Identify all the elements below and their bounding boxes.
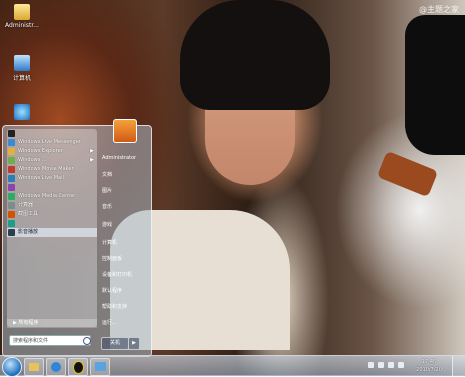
tray-flag-icon[interactable]	[368, 362, 374, 368]
program-label: 截图工具	[18, 211, 39, 217]
desktop-icon-computer[interactable]: 计算机	[2, 55, 42, 82]
program-item[interactable]	[7, 129, 97, 138]
start-menu-programs: Windows Live Messenger Windows Explorer ▶…	[7, 129, 97, 327]
program-item[interactable]: Windows Live Messenger	[7, 138, 97, 147]
place-item[interactable]: 运行...	[102, 319, 117, 326]
cmd-icon	[8, 130, 15, 137]
place-item[interactable]: 游戏	[102, 221, 112, 228]
place-item[interactable]: 音乐	[102, 203, 112, 210]
player-icon	[8, 229, 15, 236]
program-label: Windows Live Messenger	[18, 139, 81, 145]
tray-network-icon[interactable]	[378, 362, 384, 368]
place-item[interactable]: 设备和打印机	[102, 271, 132, 278]
shutdown-button[interactable]: 关机	[101, 337, 129, 350]
taskbar-clock[interactable]: 17:45 2010/7/20	[411, 358, 447, 374]
program-label: Windows Explorer	[18, 148, 63, 154]
explorer-icon	[8, 148, 15, 155]
program-item[interactable]: Windows Media Center	[7, 192, 97, 201]
tray-app-icon[interactable]	[398, 362, 404, 368]
all-programs-button[interactable]: ▶ 所有程序	[7, 319, 97, 328]
program-item[interactable]: Windows Movie Maker	[7, 165, 97, 174]
search-input[interactable]: 搜索程序和文件	[9, 335, 91, 346]
app-icon	[8, 220, 15, 227]
shutdown-options-button[interactable]: ▶	[128, 337, 140, 350]
desktop-icon-network[interactable]	[2, 104, 42, 120]
wallpaper-hair	[180, 0, 330, 110]
app-icon	[8, 157, 15, 164]
wallpaper-glove	[405, 15, 465, 155]
submenu-arrow-icon: ▶	[90, 157, 94, 163]
program-label: Windows ...	[18, 157, 47, 163]
place-item[interactable]: 控制面板	[102, 255, 122, 262]
program-item[interactable]: 计算器	[7, 201, 97, 210]
movie-icon	[8, 166, 15, 173]
taskbar-pinned-window[interactable]	[90, 358, 110, 376]
wallpaper-watermark: @主题之家	[419, 5, 459, 14]
clock-date: 2010/7/20	[416, 367, 442, 373]
user-name[interactable]: Administrator	[102, 155, 136, 161]
program-item[interactable]	[7, 219, 97, 228]
start-button[interactable]	[2, 357, 22, 377]
user-avatar[interactable]	[113, 119, 137, 143]
wallpaper-watch-strap	[376, 150, 439, 198]
program-label: Windows Media Center	[18, 193, 76, 199]
calculator-icon	[8, 202, 15, 209]
app-icon	[8, 184, 15, 191]
desktop-icon-label: 计算机	[12, 75, 31, 82]
program-item[interactable]: Windows Live Mail	[7, 174, 97, 183]
program-label: 计算器	[18, 202, 34, 208]
computer-icon	[14, 55, 30, 71]
clock-time: 17:45	[421, 359, 437, 365]
ie-icon	[51, 362, 61, 372]
place-item[interactable]: 帮助和支持	[102, 303, 127, 310]
desktop-icon-label: Administr...	[5, 22, 39, 29]
program-item[interactable]: 影音播放	[7, 228, 97, 237]
mail-icon	[8, 175, 15, 182]
window-icon	[94, 362, 106, 371]
program-item[interactable]	[7, 183, 97, 192]
show-desktop-button[interactable]	[452, 356, 465, 376]
media-center-icon	[8, 193, 15, 200]
place-item[interactable]: 文档	[102, 171, 112, 178]
place-item[interactable]: 默认程序	[102, 287, 122, 294]
tray-volume-icon[interactable]	[388, 362, 394, 368]
messenger-icon	[8, 139, 15, 146]
program-label: 影音播放	[18, 229, 39, 235]
network-icon	[14, 104, 30, 120]
start-menu: Windows Live Messenger Windows Explorer ▶…	[2, 119, 152, 357]
snipping-icon	[8, 211, 15, 218]
program-item[interactable]: Windows Explorer ▶	[7, 147, 97, 156]
taskbar: 17:45 2010/7/20	[0, 355, 465, 377]
program-item[interactable]: 截图工具	[7, 210, 97, 219]
submenu-arrow-icon: ▶	[90, 148, 94, 154]
place-item[interactable]: 图片	[102, 187, 112, 194]
folder-icon	[14, 4, 30, 20]
qq-icon	[72, 361, 84, 374]
desktop-icon-administrator[interactable]: Administr...	[2, 4, 42, 29]
taskbar-pinned-ie[interactable]	[46, 358, 66, 376]
start-menu-places: Administrator 文档 图片 音乐 游戏 计算机 控制面板 设备和打印…	[99, 119, 149, 349]
all-programs-label: 所有程序	[18, 320, 39, 326]
program-label: Windows Live Mail	[18, 175, 64, 181]
taskbar-pinned-folder[interactable]	[24, 358, 44, 376]
folder-icon	[29, 363, 39, 371]
program-label: Windows Movie Maker	[18, 166, 74, 172]
place-item[interactable]: 计算机	[102, 239, 117, 246]
search-icon[interactable]	[83, 337, 91, 345]
taskbar-pinned-qq[interactable]	[68, 358, 88, 376]
program-item[interactable]: Windows ... ▶	[7, 156, 97, 165]
